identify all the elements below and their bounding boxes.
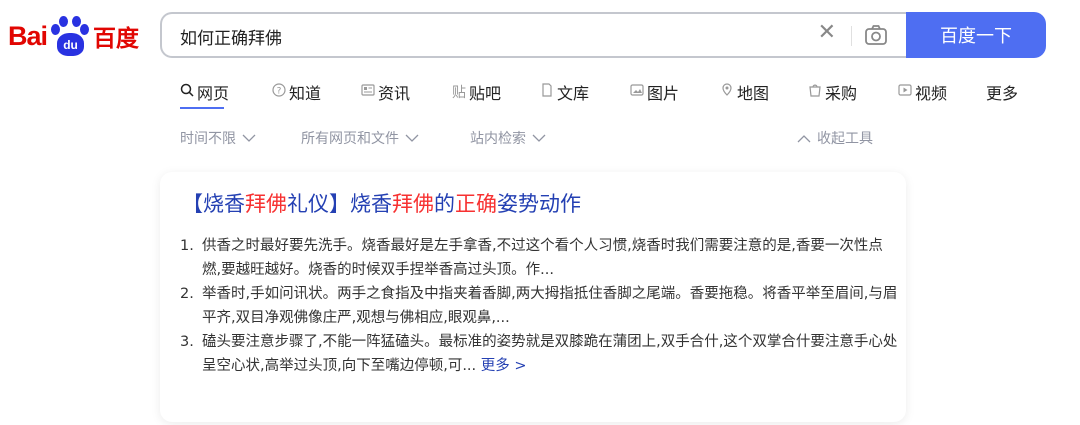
- paw-icon: du: [48, 14, 92, 58]
- title-segment: 姿势动作: [497, 192, 581, 216]
- search-icon: [180, 83, 194, 101]
- result-title[interactable]: 【烧香拜佛礼仪】烧香拜佛的正确姿势动作: [182, 188, 581, 218]
- search-box[interactable]: 如何正确拜佛 ✕: [160, 12, 906, 58]
- active-tab-indicator: [180, 107, 224, 109]
- filter-filetype[interactable]: 所有网页和文件: [301, 128, 419, 148]
- map-icon: [720, 83, 734, 101]
- list-number: 1.: [180, 238, 194, 254]
- search-button[interactable]: 百度一下: [906, 12, 1046, 58]
- tab-web[interactable]: 网页: [180, 80, 229, 104]
- chevron-down-icon: [242, 134, 256, 142]
- tab-tieba[interactable]: 贴 贴吧: [452, 80, 501, 104]
- tab-zhidao[interactable]: ? 知道: [272, 80, 321, 104]
- chevron-up-icon: [797, 134, 811, 142]
- result-card: 【烧香拜佛礼仪】烧香拜佛的正确姿势动作 1. 供香之时最好要先洗手。烧香最好是左…: [160, 172, 906, 422]
- collapse-tools-label: 收起工具: [817, 131, 873, 147]
- title-segment: 【烧香: [182, 192, 245, 216]
- tab-label: 更多: [986, 84, 1019, 103]
- shopping-icon: [808, 83, 822, 101]
- tab-more[interactable]: 更多: [986, 80, 1018, 104]
- tab-label: 采购: [825, 84, 858, 103]
- tab-label: 文库: [557, 84, 590, 103]
- search-input[interactable]: 如何正确拜佛: [180, 24, 282, 49]
- tab-images[interactable]: 图片: [630, 80, 679, 104]
- list-number: 3.: [180, 334, 194, 350]
- search-divider: [851, 26, 852, 46]
- filter-site[interactable]: 站内检索: [470, 128, 546, 148]
- news-icon: [361, 83, 375, 101]
- title-segment: 礼仪】烧香: [287, 192, 392, 216]
- tab-label: 图片: [647, 84, 680, 103]
- tab-map[interactable]: 地图: [720, 80, 769, 104]
- tab-label: 视频: [915, 84, 948, 103]
- video-icon: [898, 83, 912, 101]
- question-icon: ?: [272, 83, 286, 101]
- list-text: 举香时,手如问讯状。两手之食指及中指夹着香脚,两大拇指抵住香脚之尾端。香要拖稳。…: [202, 286, 898, 326]
- chevron-down-icon: [532, 134, 546, 142]
- tab-label: 贴吧: [469, 84, 502, 103]
- logo-text-bai: Bai: [8, 20, 48, 51]
- title-keyword-highlight: 拜佛: [392, 192, 434, 216]
- tab-label: 网页: [197, 84, 230, 103]
- logo-text-baidu: 百度: [93, 26, 140, 52]
- tab-shopping[interactable]: 采购: [808, 80, 857, 104]
- chevron-down-icon: [405, 134, 419, 142]
- tab-label: 地图: [737, 84, 770, 103]
- tab-wenku[interactable]: 文库: [540, 80, 589, 104]
- filter-filetype-label: 所有网页和文件: [301, 131, 399, 147]
- collapse-tools[interactable]: 收起工具: [797, 128, 873, 148]
- document-icon: [540, 83, 554, 101]
- list-item: 3. 磕头要注意步骤了,不能一阵猛磕头。最标准的姿势就是双膝跪在蒲团上,双手合什…: [180, 330, 900, 378]
- title-keyword-highlight: 拜佛: [245, 192, 287, 216]
- tab-label: 知道: [289, 84, 322, 103]
- filter-time-label: 时间不限: [180, 131, 236, 147]
- filter-time[interactable]: 时间不限: [180, 128, 256, 148]
- tab-video[interactable]: 视频: [898, 80, 947, 104]
- tab-news[interactable]: 资讯: [361, 80, 410, 104]
- baidu-logo[interactable]: Bai du 百度: [8, 14, 139, 58]
- image-icon: [630, 83, 644, 101]
- filter-site-label: 站内检索: [470, 131, 526, 147]
- list-item: 2. 举香时,手如问讯状。两手之食指及中指夹着香脚,两大拇指抵住香脚之尾端。香要…: [180, 282, 900, 330]
- tieba-icon: 贴: [452, 85, 466, 101]
- camera-icon[interactable]: [864, 24, 888, 46]
- list-number: 2.: [180, 286, 194, 302]
- clear-icon[interactable]: ✕: [818, 20, 836, 45]
- title-segment: 的: [434, 192, 455, 216]
- svg-text:?: ?: [277, 87, 282, 97]
- list-text: 磕头要注意步骤了,不能一阵猛磕头。最标准的姿势就是双膝跪在蒲团上,双手合什,这个…: [202, 334, 898, 374]
- tab-label: 资讯: [378, 84, 411, 103]
- logo-text-du: du: [57, 33, 85, 56]
- more-link[interactable]: 更多 >: [481, 358, 527, 374]
- result-list: 1. 供香之时最好要先洗手。烧香最好是左手拿香,不过这个看个人习惯,烧香时我们需…: [180, 234, 900, 378]
- title-keyword-highlight: 正确: [455, 192, 497, 216]
- list-item: 1. 供香之时最好要先洗手。烧香最好是左手拿香,不过这个看个人习惯,烧香时我们需…: [180, 234, 900, 282]
- list-text: 供香之时最好要先洗手。烧香最好是左手拿香,不过这个看个人习惯,烧香时我们需要注意…: [202, 238, 883, 278]
